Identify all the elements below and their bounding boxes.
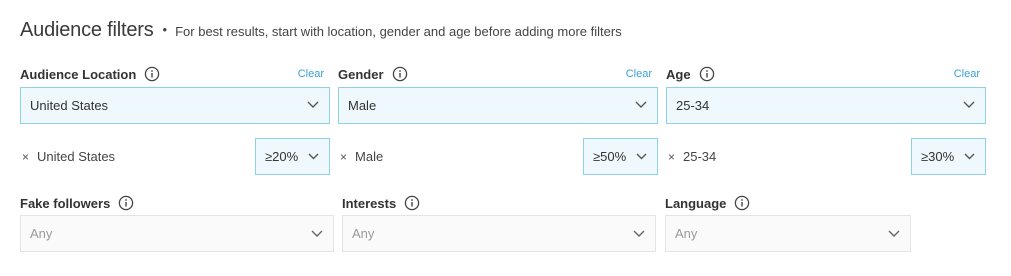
close-icon[interactable]: ×: [22, 150, 29, 164]
interests-select[interactable]: Any: [342, 215, 656, 252]
info-icon[interactable]: [118, 195, 134, 211]
filter-age: Age Clear 25-34 × 25-34 ≥30%: [666, 66, 986, 178]
chevron-down-icon: [308, 153, 319, 160]
page-subtitle: For best results, start with location, g…: [175, 24, 622, 39]
filter-label: Age: [666, 66, 691, 82]
filter-label-row: Language: [665, 195, 911, 211]
close-icon[interactable]: ×: [668, 150, 675, 164]
filter-label: Fake followers: [20, 195, 111, 211]
selected-chip: × United States: [22, 149, 115, 164]
filter-label: Interests: [342, 195, 397, 211]
selected-chip-row: × 25-34 ≥30%: [666, 138, 986, 175]
chevron-down-icon: [635, 101, 647, 108]
select-placeholder: Any: [675, 226, 698, 241]
filter-label: Audience Location: [20, 66, 137, 82]
filter-audience-location: Audience Location Clear United States × …: [20, 66, 330, 178]
filter-gender: Gender Clear Male × Male ≥50%: [338, 66, 658, 178]
chevron-down-icon: [311, 230, 323, 237]
selected-chip: × Male: [340, 149, 383, 164]
threshold-select[interactable]: ≥50%: [583, 138, 658, 175]
select-placeholder: Any: [30, 226, 53, 241]
filter-label-row: Interests: [342, 195, 656, 211]
info-icon[interactable]: [404, 195, 420, 211]
select-value: 25-34: [676, 98, 710, 113]
info-icon[interactable]: [734, 195, 750, 211]
page-header: Audience filters • For best results, sta…: [20, 19, 622, 42]
threshold-value: ≥20%: [265, 149, 299, 164]
audience-location-select[interactable]: United States: [20, 87, 330, 124]
chevron-down-icon: [633, 230, 645, 237]
title-separator: •: [162, 22, 168, 37]
selected-chip-row: × Male ≥50%: [338, 138, 658, 175]
threshold-value: ≥30%: [921, 149, 955, 164]
select-value: United States: [30, 98, 109, 113]
filter-label-row: Audience Location Clear: [20, 66, 330, 82]
selected-chip: × 25-34: [668, 149, 716, 164]
fake-followers-select[interactable]: Any: [20, 215, 334, 252]
clear-button[interactable]: Clear: [298, 68, 324, 80]
close-icon[interactable]: ×: [340, 150, 347, 164]
language-select[interactable]: Any: [665, 215, 911, 252]
info-icon[interactable]: [144, 66, 160, 82]
chip-label: United States: [37, 149, 116, 164]
filter-label-row: Age Clear: [666, 66, 986, 82]
filter-interests: Interests Any: [342, 195, 656, 253]
threshold-value: ≥50%: [593, 149, 627, 164]
filter-label: Gender: [338, 66, 384, 82]
threshold-select[interactable]: ≥20%: [255, 138, 330, 175]
chevron-down-icon: [307, 101, 319, 108]
chevron-down-icon: [888, 230, 900, 237]
page-title: Audience filters: [20, 19, 154, 41]
filter-label-row: Gender Clear: [338, 66, 658, 82]
chip-label: 25-34: [683, 149, 717, 164]
select-value: Male: [348, 98, 377, 113]
info-icon[interactable]: [392, 66, 408, 82]
filter-label-row: Fake followers: [20, 195, 334, 211]
clear-button[interactable]: Clear: [626, 68, 652, 80]
clear-button[interactable]: Clear: [954, 68, 980, 80]
chip-label: Male: [355, 149, 384, 164]
filter-label: Language: [665, 195, 727, 211]
gender-select[interactable]: Male: [338, 87, 658, 124]
selected-chip-row: × United States ≥20%: [20, 138, 330, 175]
filter-language: Language Any: [665, 195, 911, 253]
age-select[interactable]: 25-34: [666, 87, 986, 124]
chevron-down-icon: [963, 101, 975, 108]
chevron-down-icon: [636, 153, 647, 160]
select-placeholder: Any: [352, 226, 375, 241]
filter-fake-followers: Fake followers Any: [20, 195, 334, 253]
threshold-select[interactable]: ≥30%: [911, 138, 986, 175]
info-icon[interactable]: [699, 66, 715, 82]
chevron-down-icon: [964, 153, 975, 160]
